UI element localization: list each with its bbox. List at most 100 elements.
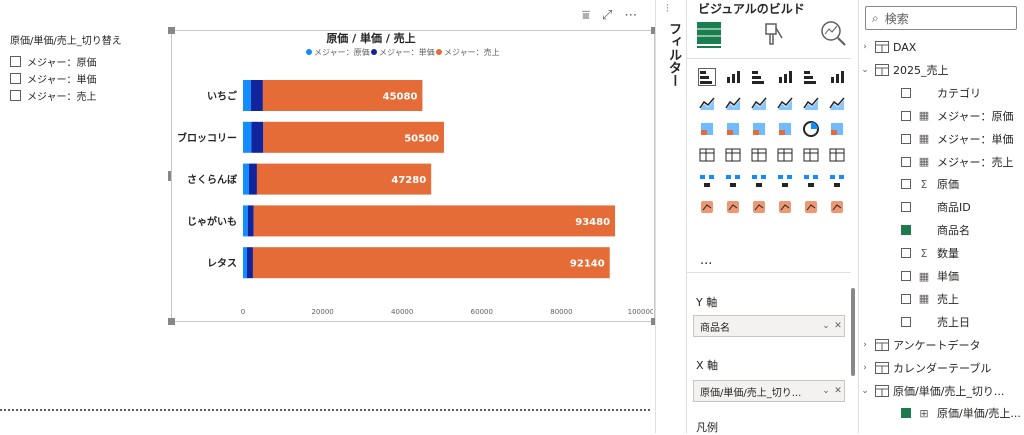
visual-type-icon[interactable]	[696, 66, 718, 88]
filter-pane-label[interactable]: フィルター	[664, 22, 683, 87]
visual-type-icon[interactable]	[722, 170, 744, 192]
visual-type-icon[interactable]	[826, 66, 848, 88]
field-node[interactable]: カテゴリ	[859, 82, 1024, 104]
chevron-down-icon[interactable]: ⌄	[820, 321, 832, 331]
visual-type-icon[interactable]	[826, 170, 848, 192]
field-node[interactable]: ▦ メジャー：単価	[859, 128, 1024, 150]
analytics-tab-icon[interactable]	[818, 18, 848, 48]
y-axis-field-well[interactable]: 商品名 ⌄ ✕	[693, 315, 845, 337]
visual-type-icon[interactable]	[696, 196, 718, 218]
field-checkbox[interactable]	[901, 156, 911, 167]
field-checkbox[interactable]	[901, 225, 911, 236]
table-node[interactable]: ⌄ 原価/単価/売上_切り...	[859, 380, 1024, 402]
visual-type-icon[interactable]	[774, 144, 796, 166]
visual-type-icon[interactable]	[800, 118, 822, 140]
slicer-option-sales[interactable]: メジャー：売上	[10, 87, 160, 104]
field-node[interactable]: Σ 数量	[859, 242, 1024, 264]
visual-type-icon[interactable]	[748, 92, 770, 114]
close-icon[interactable]: ✕	[832, 321, 844, 331]
field-node[interactable]: ▦ メジャー：原価	[859, 105, 1024, 127]
field-checkbox[interactable]	[901, 408, 911, 419]
field-node[interactable]: ▦ 売上	[859, 288, 1024, 310]
field-checkbox[interactable]	[901, 293, 911, 304]
x-tick-label: 60000	[471, 308, 493, 316]
checkbox[interactable]	[10, 56, 21, 67]
data-label: 92140	[570, 259, 605, 270]
field-checkbox[interactable]	[901, 133, 911, 144]
field-node[interactable]: ▦ 単価	[859, 265, 1024, 287]
filter-icon[interactable]: ⩸	[582, 8, 590, 23]
table-node[interactable]: ⌄ 2025_売上	[859, 59, 1024, 81]
field-node[interactable]: ⊞ 原価/単価/売上...	[859, 402, 1024, 424]
search-input[interactable]: ⌕ 検索	[865, 6, 1017, 30]
visual-type-icon[interactable]	[774, 118, 796, 140]
table-node[interactable]: › アンケートデータ	[859, 334, 1024, 356]
visual-type-icon[interactable]	[696, 118, 718, 140]
visual-type-icon[interactable]	[800, 196, 822, 218]
visual-type-icon[interactable]	[826, 118, 848, 140]
visual-type-icon[interactable]	[800, 144, 822, 166]
chevron-right-icon[interactable]: ›	[859, 340, 871, 350]
field-node[interactable]: 商品ID	[859, 196, 1024, 218]
visual-type-icon[interactable]	[774, 66, 796, 88]
visual-type-icon[interactable]	[748, 170, 770, 192]
visual-type-icon[interactable]	[696, 170, 718, 192]
slicer-option-price[interactable]: メジャー：単価	[10, 70, 160, 87]
visual-type-icon[interactable]	[800, 66, 822, 88]
visual-type-icon[interactable]	[774, 170, 796, 192]
visual-type-icon[interactable]	[774, 196, 796, 218]
format-tab-icon[interactable]	[758, 18, 788, 48]
field-checkbox[interactable]	[901, 202, 911, 213]
fields-tab-icon[interactable]	[694, 18, 724, 48]
visual-type-icon[interactable]	[722, 92, 744, 114]
field-node[interactable]: ▦ メジャー：売上	[859, 151, 1024, 173]
scrollbar[interactable]	[851, 288, 855, 376]
table-node[interactable]: › DAX	[859, 36, 1024, 58]
visual-type-icon[interactable]	[800, 92, 822, 114]
slicer-option-cost[interactable]: メジャー：原価	[10, 53, 160, 70]
visual-type-icon[interactable]	[826, 144, 848, 166]
field-node[interactable]: 売上日	[859, 311, 1024, 333]
visual-type-icon[interactable]	[748, 144, 770, 166]
field-checkbox[interactable]	[901, 271, 911, 281]
visual-type-icon[interactable]	[696, 144, 718, 166]
visual-type-icon[interactable]	[826, 92, 848, 114]
checkbox[interactable]	[10, 73, 21, 84]
field-node[interactable]: Σ 原価	[859, 173, 1024, 195]
chevron-down-icon[interactable]: ⌄	[859, 65, 871, 75]
visual-type-icon[interactable]	[722, 196, 744, 218]
checkbox[interactable]	[10, 90, 21, 101]
visual-type-icon[interactable]	[722, 66, 744, 88]
more-options-icon[interactable]: ⋯	[624, 8, 637, 23]
close-icon[interactable]: ✕	[832, 386, 844, 396]
field-checkbox[interactable]	[901, 87, 911, 98]
field-checkbox[interactable]	[901, 110, 911, 121]
chevron-right-icon[interactable]: ›	[859, 363, 871, 373]
more-visuals-button[interactable]: ...	[700, 253, 712, 268]
filter-collapse-icon[interactable]: ⫶	[666, 2, 669, 16]
chevron-right-icon[interactable]: ›	[859, 42, 871, 52]
field-checkbox[interactable]	[901, 316, 911, 327]
visual-type-icon[interactable]	[826, 196, 848, 218]
field-name: 原価/単価/売上...	[937, 407, 1021, 421]
table-node[interactable]: › カレンダーテーブル	[859, 357, 1024, 379]
chevron-down-icon[interactable]: ⌄	[859, 386, 871, 396]
focus-mode-icon[interactable]: ⤢	[602, 8, 612, 23]
chevron-down-icon[interactable]: ⌄	[820, 386, 832, 396]
legend-item: メジャー：単価	[371, 47, 435, 57]
y-category-label: いちご	[207, 90, 238, 103]
visual-type-icon[interactable]	[722, 118, 744, 140]
visual-type-icon[interactable]	[696, 92, 718, 114]
filter-pane-collapsed[interactable]: ⫶ フィルター	[655, 0, 687, 433]
visual-type-icon[interactable]	[722, 144, 744, 166]
visual-type-icon[interactable]	[774, 92, 796, 114]
x-axis-field-well[interactable]: 原価/単価/売上_切り... ⌄ ✕	[693, 380, 845, 402]
visual-type-icon[interactable]	[800, 170, 822, 192]
visual-type-icon[interactable]	[748, 66, 770, 88]
data-label: 47280	[391, 175, 426, 186]
visual-type-icon[interactable]	[748, 118, 770, 140]
visual-type-icon[interactable]	[748, 196, 770, 218]
field-checkbox[interactable]	[901, 179, 911, 190]
field-node[interactable]: 商品名	[859, 219, 1024, 241]
field-checkbox[interactable]	[901, 248, 911, 259]
